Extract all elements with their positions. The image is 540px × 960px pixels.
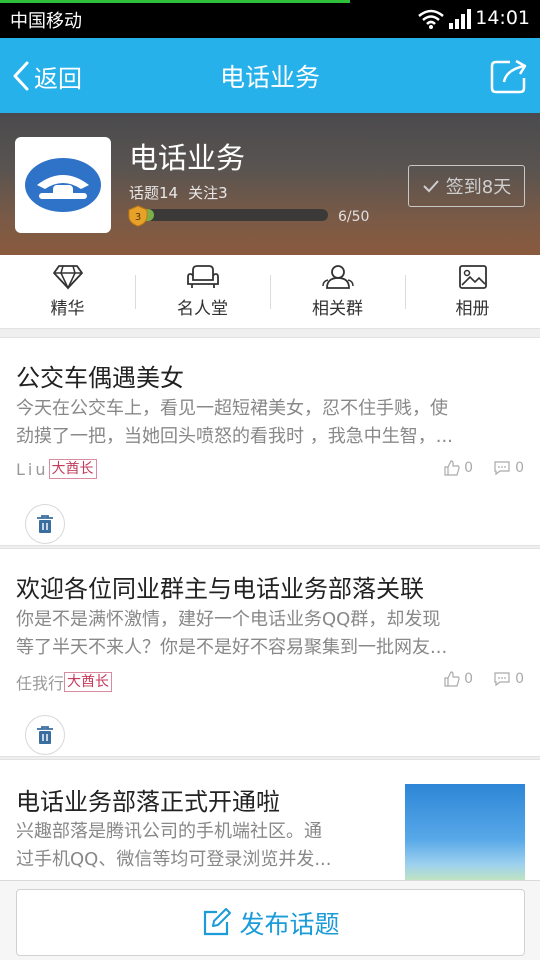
back-button[interactable]: 返回 [12, 58, 82, 94]
carrier-name: 中国移动 [10, 11, 82, 32]
tab-related-groups-label: 相关群 [312, 299, 363, 319]
tribe-header: 电话业务 话题14 关注3 3 6/50 签到8天 [0, 113, 540, 255]
topic-count: 话题14 [129, 184, 179, 202]
post-excerpt-line: 兴趣部落是腾讯公司的手机端社区。通 [16, 821, 322, 842]
rank-badge: 大酋长 [48, 459, 97, 479]
follow-count: 关注3 [188, 184, 228, 202]
level-progress-bar [130, 209, 328, 221]
tribe-stats: 话题14 关注3 [129, 182, 228, 203]
share-icon[interactable] [490, 58, 528, 94]
comment-icon[interactable] [493, 671, 511, 687]
post-excerpt-line: 等了半天不来人？你是不是好不容易聚集到一批网友... [16, 637, 448, 658]
back-label: 返回 [34, 64, 82, 93]
tribe-logo [15, 137, 111, 233]
post-excerpt: 兴趣部落是腾讯公司的手机端社区。通 过手机QQ、微信等均可登录浏览并发... [16, 818, 386, 874]
post-excerpt-line: 过手机QQ、微信等均可登录浏览并发... [16, 849, 332, 870]
clock: 14:01 [475, 7, 530, 29]
post-excerpt-line: 今天在公交车上，看见一超短裙美女，忍不住手贱，使 [16, 398, 448, 419]
level-badge-icon: 3 [128, 205, 148, 227]
post-title: 电话业务部落正式开通啦 [16, 788, 280, 816]
post-author: Liu 大酋长 [16, 459, 97, 479]
post-item[interactable]: 电话业务部落正式开通啦 兴趣部落是腾讯公司的手机端社区。通 过手机QQ、微信等均… [0, 759, 540, 889]
post-title: 欢迎各位同业群主与电话业务部落关联 [16, 575, 424, 603]
checkin-label: 签到8天 [445, 177, 512, 198]
post-item[interactable]: 公交车偶遇美女 今天在公交车上，看见一超短裙美女，忍不住手贱，使 劲摸了一把，当… [0, 337, 540, 546]
delete-button[interactable] [25, 504, 65, 544]
check-icon [423, 180, 439, 193]
post-excerpt: 你是不是满怀激情，建好一个电话业务QQ群，却发现 等了半天不来人？你是不是好不容… [16, 606, 524, 662]
trash-icon [37, 515, 53, 533]
tribe-tabs: 精华 名人堂 相关群 相册 [0, 255, 540, 329]
thumbs-up-icon[interactable] [444, 671, 460, 687]
publish-topic-button[interactable]: 发布话题 [16, 889, 525, 956]
wifi-icon [418, 9, 444, 29]
post-meta: 0 0 [444, 460, 524, 476]
post-thumbnail [405, 784, 525, 884]
signal-icon [449, 9, 471, 29]
post-title: 公交车偶遇美女 [16, 364, 184, 392]
tab-related-groups[interactable]: 相关群 [270, 255, 405, 328]
sofa-icon [186, 265, 219, 288]
level-progress-text: 6/50 [338, 209, 370, 225]
like-count: 0 [464, 460, 474, 476]
post-excerpt-line: 你是不是满怀激情，建好一个电话业务QQ群，却发现 [16, 609, 441, 630]
post-excerpt-line: 劲摸了一把，当她回头喷怒的看我时 ，我急中生智，... [16, 426, 453, 447]
level-number: 3 [135, 212, 141, 223]
chevron-left-icon [13, 61, 29, 91]
tribe-name: 电话业务 [129, 141, 246, 175]
tab-hall-of-fame-label: 名人堂 [177, 299, 228, 319]
author-name: Liu [16, 459, 49, 479]
page-load-progress [0, 0, 350, 3]
trash-icon [37, 726, 53, 744]
comment-count: 0 [515, 671, 524, 687]
delete-button[interactable] [25, 715, 65, 755]
tab-album[interactable]: 相册 [405, 255, 540, 328]
status-bar: 中国移动 14:01 [0, 0, 540, 38]
tab-featured[interactable]: 精华 [0, 255, 135, 328]
post-meta: 0 0 [444, 671, 524, 687]
publish-topic-label: 发布话题 [239, 909, 340, 939]
post-item[interactable]: 欢迎各位同业群主与电话业务部落关联 你是不是满怀激情，建好一个电话业务QQ群，却… [0, 548, 540, 757]
comment-count: 0 [515, 460, 524, 476]
tab-album-label: 相册 [455, 299, 490, 319]
checkin-button[interactable]: 签到8天 [408, 165, 525, 207]
telephone-icon [25, 158, 101, 212]
post-excerpt: 今天在公交车上，看见一超短裙美女，忍不住手贱，使 劲摸了一把，当她回头喷怒的看我… [16, 395, 524, 451]
comment-icon[interactable] [493, 460, 511, 476]
image-icon [458, 265, 487, 289]
rank-badge: 大酋长 [64, 672, 113, 692]
tab-hall-of-fame[interactable]: 名人堂 [135, 255, 270, 328]
post-author: 任我行 大酋长 [16, 670, 113, 694]
nav-bar: 返回 电话业务 [0, 38, 540, 113]
like-count: 0 [464, 671, 474, 687]
author-name: 任我行 [16, 674, 65, 693]
thumbs-up-icon[interactable] [444, 460, 460, 476]
diamond-icon [52, 265, 83, 290]
edit-icon [204, 907, 232, 935]
bottom-bar: 发布话题 [0, 880, 540, 960]
tab-featured-label: 精华 [50, 299, 85, 319]
group-icon [321, 265, 354, 289]
